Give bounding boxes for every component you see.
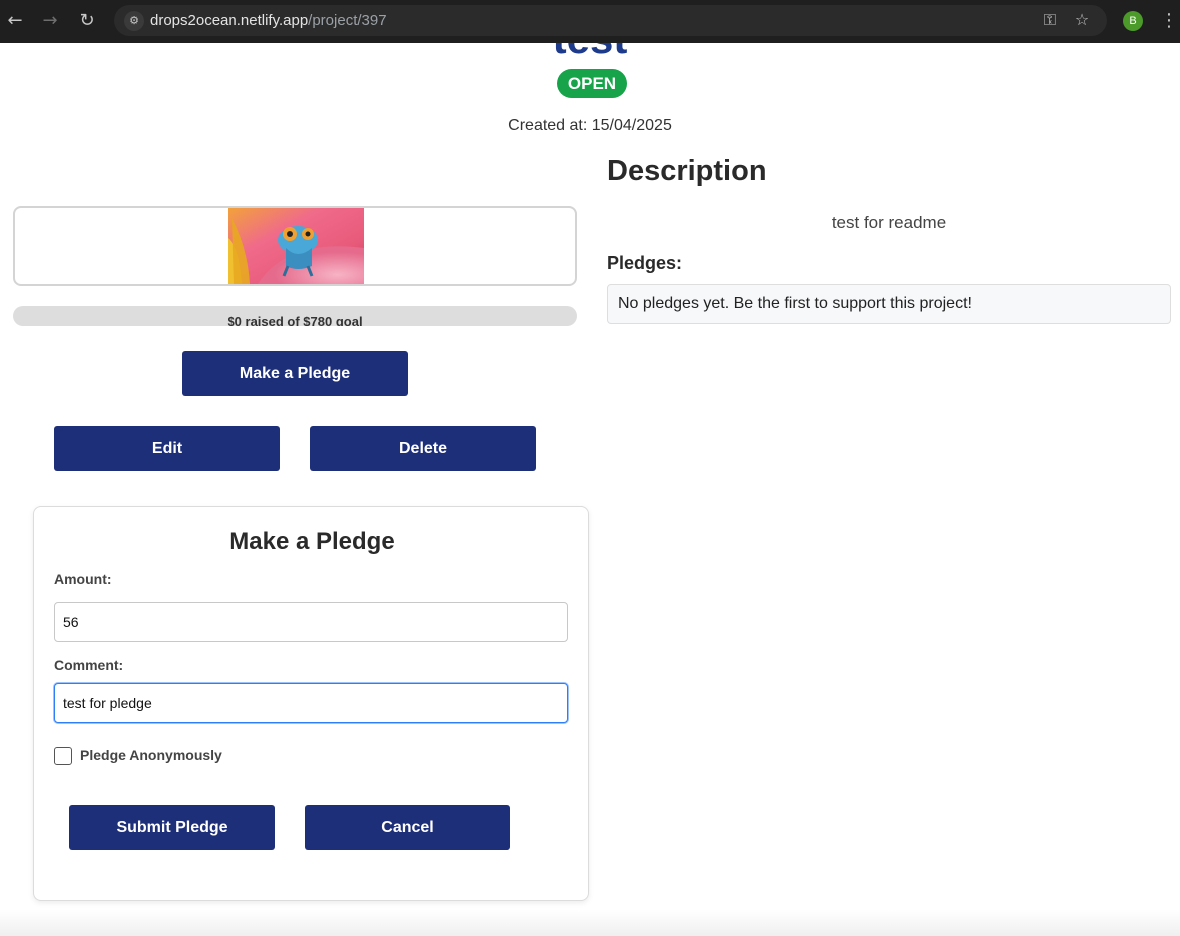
edit-button[interactable]: Edit: [54, 426, 280, 471]
comment-label: Comment:: [54, 657, 124, 673]
pledge-form: Make a Pledge Amount: Comment: Pledge An…: [33, 506, 589, 901]
back-arrow-icon[interactable]: ←: [4, 10, 26, 32]
comment-input[interactable]: [54, 683, 568, 723]
url-host: drops2ocean.netlify.app: [150, 12, 309, 29]
progress-text: $0 raised of $780 goal: [227, 314, 363, 326]
url-path: /project/397: [308, 12, 387, 29]
profile-avatar[interactable]: B: [1123, 11, 1143, 31]
address-bar[interactable]: ⚙ drops2ocean.netlify.app/project/397 ⚿ …: [114, 5, 1107, 36]
amount-input[interactable]: [54, 602, 568, 642]
description-text: test for readme: [831, 213, 947, 232]
submit-pledge-button[interactable]: Submit Pledge: [69, 805, 275, 850]
pledges-heading: Pledges:: [607, 253, 683, 273]
browser-toolbar: ← → ↻ ⚙ drops2ocean.netlify.app/project/…: [0, 0, 1180, 43]
anonymous-checkbox[interactable]: [54, 747, 72, 765]
project-image-card: [13, 206, 577, 286]
status-badge: OPEN: [557, 69, 627, 98]
anonymous-label[interactable]: Pledge Anonymously: [80, 747, 222, 763]
star-icon[interactable]: ☆: [1072, 10, 1092, 30]
delete-button[interactable]: Delete: [310, 426, 536, 471]
created-date: Created at: 15/04/2025: [508, 117, 672, 134]
amount-label: Amount:: [54, 571, 112, 587]
make-pledge-button[interactable]: Make a Pledge: [182, 351, 408, 396]
project-image: [228, 208, 364, 284]
pledge-form-title: Make a Pledge: [229, 528, 395, 555]
pledges-empty-message: No pledges yet. Be the first to support …: [607, 284, 1171, 324]
site-info-icon[interactable]: ⚙: [124, 11, 144, 31]
kebab-menu-icon[interactable]: ⋮: [1160, 10, 1178, 32]
progress-bar: $0 raised of $780 goal: [13, 306, 577, 326]
reload-icon[interactable]: ↻: [76, 10, 98, 32]
url-text[interactable]: drops2ocean.netlify.app/project/397: [150, 12, 387, 29]
page-title: test: [0, 43, 1180, 57]
cancel-button[interactable]: Cancel: [305, 805, 510, 850]
key-icon[interactable]: ⚿: [1040, 10, 1060, 30]
forward-arrow-icon[interactable]: →: [39, 10, 61, 32]
description-heading: Description: [607, 155, 767, 187]
bottom-fade: [0, 910, 1180, 936]
